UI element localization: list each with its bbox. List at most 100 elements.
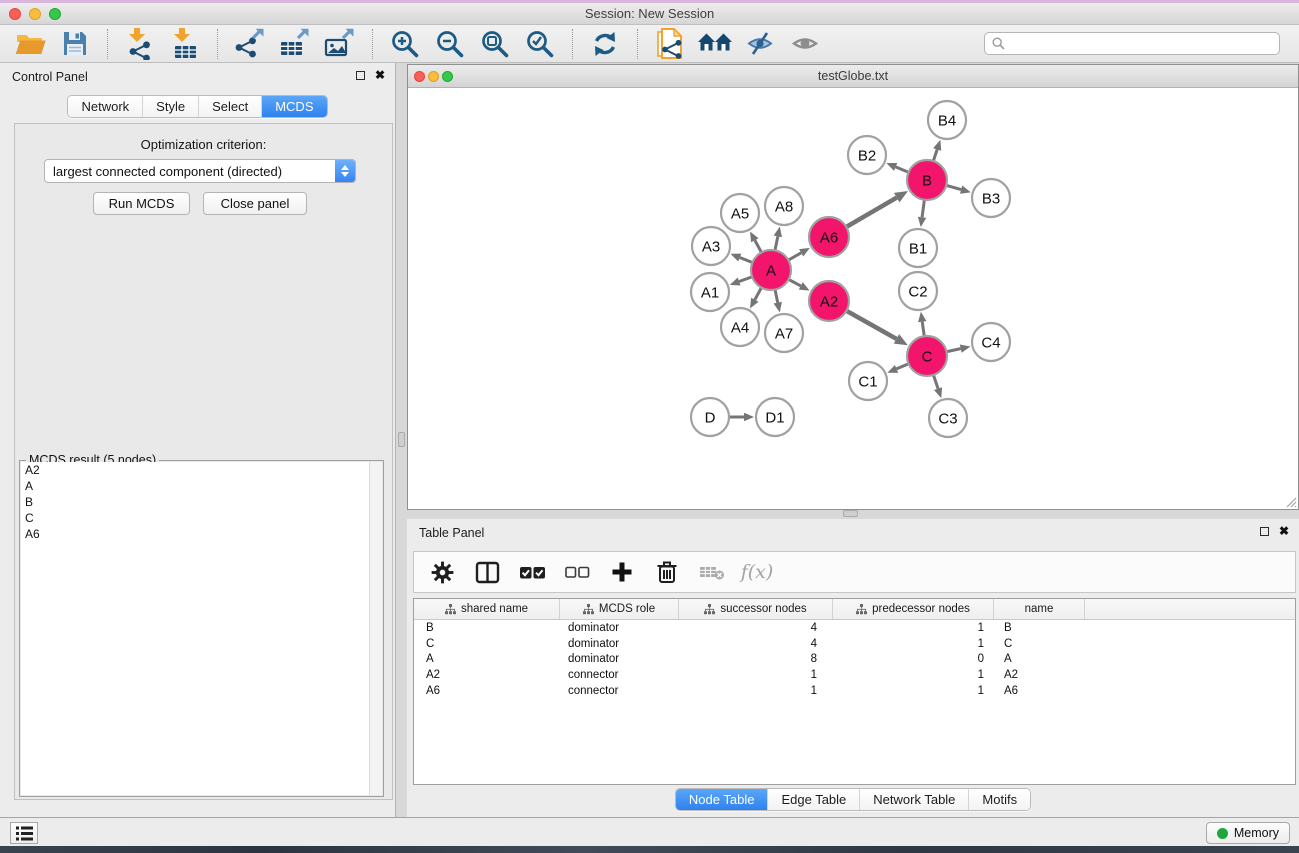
apply-layout-button[interactable]: [585, 27, 625, 61]
export-image-button[interactable]: [320, 27, 360, 61]
column-header-name[interactable]: name: [994, 599, 1085, 619]
table-cell[interactable]: connector: [560, 685, 679, 697]
table-cell[interactable]: 4: [679, 638, 833, 650]
graph-node-C[interactable]: [907, 336, 947, 376]
table-cell[interactable]: 1: [833, 685, 994, 697]
save-session-button[interactable]: [55, 27, 95, 61]
graph-node-A4[interactable]: [721, 308, 759, 346]
float-panel-icon[interactable]: [356, 71, 365, 80]
graph-node-B4[interactable]: [928, 101, 966, 139]
column-header-predecessor-nodes[interactable]: predecessor nodes: [833, 599, 994, 619]
table-cell[interactable]: dominator: [560, 638, 679, 650]
table-cell[interactable]: A: [414, 653, 560, 665]
mcds-result-item[interactable]: A2: [21, 462, 382, 478]
table-cell[interactable]: A6: [994, 685, 1085, 697]
toggle-panel-mode-button[interactable]: [472, 555, 502, 589]
import-table-button[interactable]: [165, 27, 205, 61]
graph-node-B1[interactable]: [899, 229, 937, 267]
close-table-panel-icon[interactable]: ✖: [1279, 526, 1289, 537]
column-header-MCDS-role[interactable]: MCDS role: [560, 599, 679, 619]
show-graphics-details-button[interactable]: [785, 27, 825, 61]
table-row[interactable]: A6connector11A6: [414, 683, 1295, 699]
table-cell[interactable]: 1: [679, 669, 833, 681]
first-neighbors-button[interactable]: [695, 27, 735, 61]
mcds-result-item[interactable]: A6: [21, 526, 382, 542]
table-cell[interactable]: 1: [833, 669, 994, 681]
table-settings-button[interactable]: [427, 555, 457, 589]
graph-node-A2[interactable]: [809, 281, 849, 321]
select-all-columns-button[interactable]: [517, 555, 547, 589]
graph-node-C2[interactable]: [899, 272, 937, 310]
table-tab-edge-table[interactable]: Edge Table: [767, 789, 859, 810]
close-panel-icon[interactable]: ✖: [375, 70, 385, 81]
graph-node-A[interactable]: [751, 250, 791, 290]
search-box[interactable]: [984, 32, 1280, 55]
mcds-result-item[interactable]: C: [21, 510, 382, 526]
vertical-splitter-handle[interactable]: [398, 432, 405, 447]
graph-node-B[interactable]: [907, 160, 947, 200]
column-header-shared-name[interactable]: shared name: [414, 599, 560, 619]
graph-node-D1[interactable]: [756, 398, 794, 436]
graph-node-A8[interactable]: [765, 187, 803, 225]
table-cell[interactable]: connector: [560, 669, 679, 681]
create-column-button[interactable]: [607, 555, 637, 589]
table-cell[interactable]: A6: [414, 685, 560, 697]
table-cell[interactable]: C: [994, 638, 1085, 650]
delete-table-button[interactable]: [697, 555, 727, 589]
function-builder-button[interactable]: f(x): [742, 555, 772, 589]
mcds-result-item[interactable]: B: [21, 494, 382, 510]
import-network-button[interactable]: [120, 27, 160, 61]
criterion-dropdown[interactable]: largest connected component (directed): [44, 159, 356, 183]
zoom-fit-button[interactable]: [475, 27, 515, 61]
table-tab-motifs[interactable]: Motifs: [968, 789, 1030, 810]
table-cell[interactable]: B: [994, 622, 1085, 634]
tab-style[interactable]: Style: [142, 96, 198, 117]
unselect-all-columns-button[interactable]: [562, 555, 592, 589]
zoom-in-button[interactable]: [385, 27, 425, 61]
zoom-out-button[interactable]: [430, 27, 470, 61]
export-network-button[interactable]: [230, 27, 270, 61]
search-input[interactable]: [1010, 36, 1272, 52]
float-table-panel-icon[interactable]: [1260, 527, 1269, 536]
run-mcds-button[interactable]: Run MCDS: [93, 192, 190, 215]
table-cell[interactable]: A2: [414, 669, 560, 681]
graph-node-C1[interactable]: [849, 362, 887, 400]
graph-node-B2[interactable]: [848, 136, 886, 174]
close-panel-button[interactable]: Close panel: [203, 192, 307, 215]
memory-button[interactable]: Memory: [1206, 822, 1290, 844]
table-cell[interactable]: 4: [679, 622, 833, 634]
zoom-selected-button[interactable]: [520, 27, 560, 61]
table-cell[interactable]: dominator: [560, 622, 679, 634]
graph-node-A5[interactable]: [721, 194, 759, 232]
tab-mcds[interactable]: MCDS: [261, 96, 326, 117]
network-canvas[interactable]: B4B2BB3A5A8A6A3B1AA1C2A2A4A7C4CC1C3DD1: [408, 88, 1298, 509]
table-cell[interactable]: 8: [679, 653, 833, 665]
graph-node-B3[interactable]: [972, 179, 1010, 217]
table-row[interactable]: A2connector11A2: [414, 667, 1295, 683]
graph-node-D[interactable]: [691, 398, 729, 436]
tab-select[interactable]: Select: [198, 96, 261, 117]
table-cell[interactable]: 1: [833, 622, 994, 634]
table-cell[interactable]: dominator: [560, 653, 679, 665]
network-window-titlebar[interactable]: testGlobe.txt: [408, 65, 1298, 88]
graph-node-A3[interactable]: [692, 227, 730, 265]
hide-graphics-details-button[interactable]: [740, 27, 780, 61]
column-header-successor-nodes[interactable]: successor nodes: [679, 599, 833, 619]
graph-node-A7[interactable]: [765, 314, 803, 352]
new-network-from-selection-button[interactable]: [650, 27, 690, 61]
task-history-button[interactable]: [10, 822, 38, 844]
table-row[interactable]: Adominator80A: [414, 652, 1295, 668]
graph-node-C4[interactable]: [972, 323, 1010, 361]
table-tab-network-table[interactable]: Network Table: [859, 789, 968, 810]
graph-node-A6[interactable]: [809, 217, 849, 257]
mcds-result-item[interactable]: A: [21, 478, 382, 494]
open-session-button[interactable]: [10, 27, 50, 61]
export-table-button[interactable]: [275, 27, 315, 61]
horizontal-splitter-handle[interactable]: [843, 510, 858, 517]
table-cell[interactable]: C: [414, 638, 560, 650]
table-row[interactable]: Bdominator41B: [414, 620, 1295, 636]
graph-node-A1[interactable]: [691, 273, 729, 311]
graph-node-C3[interactable]: [929, 399, 967, 437]
table-cell[interactable]: 1: [679, 685, 833, 697]
table-cell[interactable]: A2: [994, 669, 1085, 681]
